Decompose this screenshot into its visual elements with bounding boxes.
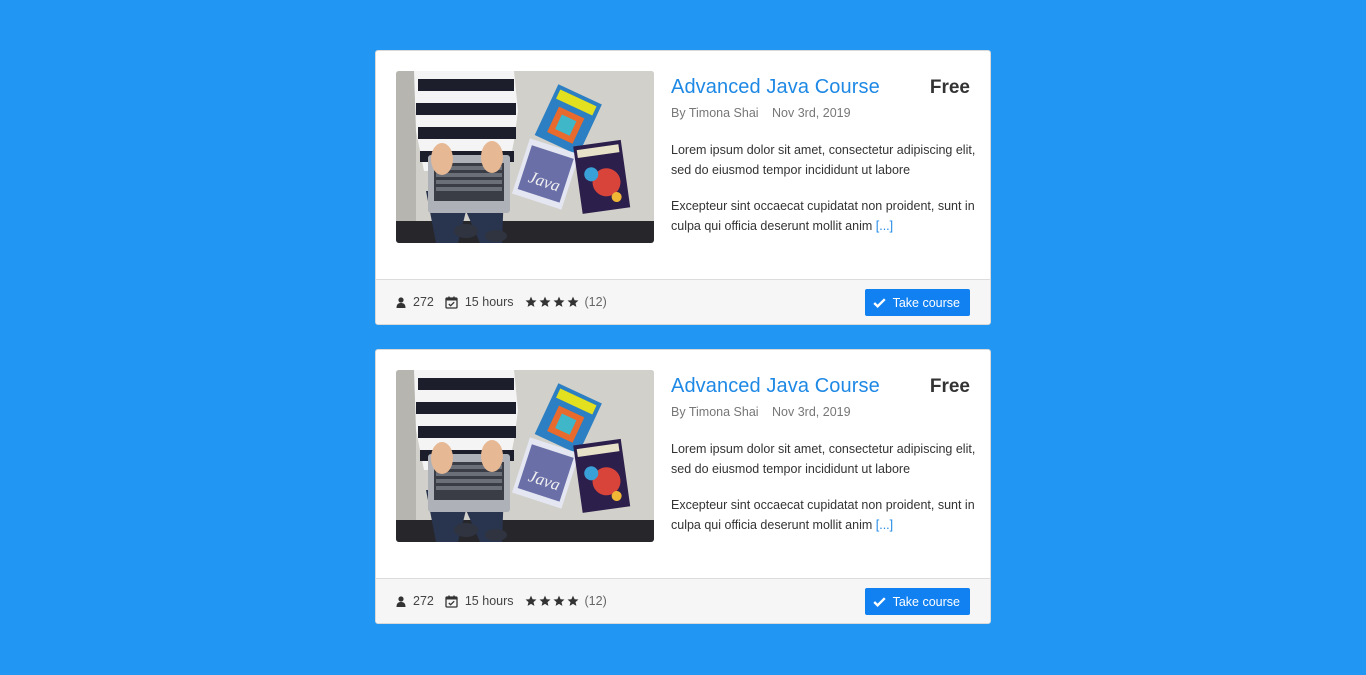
rating-stars <box>525 595 579 607</box>
calendar-check-icon <box>445 296 458 309</box>
check-icon <box>872 297 886 308</box>
reviews-count: (12) <box>584 594 607 608</box>
take-course-button[interactable]: Take course <box>864 588 970 615</box>
course-card-body: Java Advanced Java Course Free By Timona… <box>376 51 990 280</box>
user-icon <box>396 595 406 607</box>
course-title-link[interactable]: Advanced Java Course <box>671 375 880 398</box>
take-course-button[interactable]: Take course <box>864 289 970 316</box>
course-title-link[interactable]: Advanced Java Course <box>671 76 880 99</box>
read-more-link[interactable]: [...] <box>876 518 893 532</box>
course-description-2: Excepteur sint occaecat cupidatat non pr… <box>671 495 976 535</box>
star-icon <box>539 595 551 606</box>
star-icon <box>553 595 565 606</box>
course-description-2-text: Excepteur sint occaecat cupidatat non pr… <box>671 199 975 233</box>
course-description-2-text: Excepteur sint occaecat cupidatat non pr… <box>671 498 975 532</box>
course-card: Java Advanced Java Course Free By Timona… <box>375 349 991 624</box>
course-image: Java <box>396 370 654 542</box>
duration-value: 15 hours <box>464 295 514 309</box>
read-more-link[interactable]: [...] <box>876 219 893 233</box>
user-icon <box>396 296 406 308</box>
take-course-label: Take course <box>892 594 960 609</box>
students-count: 272 <box>413 295 434 309</box>
rating-stat: (12) <box>525 594 607 608</box>
star-icon <box>525 296 537 307</box>
star-icon <box>567 595 579 606</box>
duration-stat: 15 hours <box>445 295 514 309</box>
calendar-check-icon <box>445 595 458 608</box>
rating-stat: (12) <box>525 295 607 309</box>
star-icon <box>539 296 551 307</box>
students-stat: 272 <box>396 594 434 608</box>
check-icon <box>872 596 886 607</box>
star-icon <box>525 595 537 606</box>
course-card-footer: 272 15 hours (12) Take course <box>376 578 990 623</box>
course-price: Free <box>929 376 970 397</box>
course-description-1: Lorem ipsum dolor sit amet, consectetur … <box>671 143 976 177</box>
course-meta: By Timona Shai Nov 3rd, 2019 <box>671 405 851 419</box>
rating-stars <box>525 296 579 308</box>
course-description-1: Lorem ipsum dolor sit amet, consectetur … <box>671 442 976 476</box>
course-list: Java Advanced Java Course Free By Timona… <box>375 50 991 648</box>
course-meta: By Timona Shai Nov 3rd, 2019 <box>671 106 851 120</box>
course-description-2: Excepteur sint occaecat cupidatat non pr… <box>671 196 976 236</box>
course-card-body: Java Advanced Java Course Free By Timona… <box>376 350 990 579</box>
course-card-footer: 272 15 hours (12) Take course <box>376 279 990 324</box>
course-author: By Timona Shai <box>671 106 759 120</box>
course-card: Java Advanced Java Course Free By Timona… <box>375 50 991 325</box>
course-author: By Timona Shai <box>671 405 759 419</box>
students-stat: 272 <box>396 295 434 309</box>
course-price: Free <box>929 77 970 98</box>
course-image: Java <box>396 71 654 243</box>
duration-value: 15 hours <box>464 594 514 608</box>
course-date: Nov 3rd, 2019 <box>772 106 851 120</box>
star-icon <box>567 296 579 307</box>
students-count: 272 <box>413 594 434 608</box>
star-icon <box>553 296 565 307</box>
duration-stat: 15 hours <box>445 594 514 608</box>
take-course-label: Take course <box>892 295 960 310</box>
course-date: Nov 3rd, 2019 <box>772 405 851 419</box>
reviews-count: (12) <box>584 295 607 309</box>
